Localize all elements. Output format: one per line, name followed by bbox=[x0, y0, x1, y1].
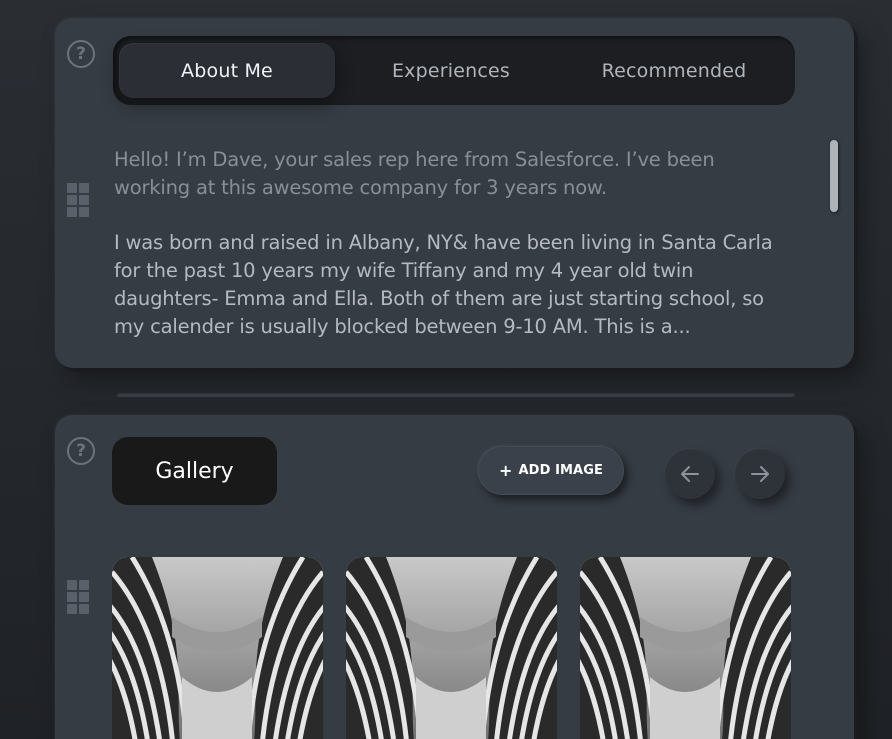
tab-recommended[interactable]: Recommended bbox=[567, 43, 781, 98]
drag-handle-icon[interactable] bbox=[67, 580, 91, 614]
drag-handle-icon[interactable] bbox=[67, 183, 91, 217]
gallery-title: Gallery bbox=[112, 437, 277, 505]
next-button[interactable] bbox=[735, 449, 785, 499]
tab-about-me[interactable]: About Me bbox=[119, 43, 335, 98]
gallery-image[interactable] bbox=[112, 557, 323, 739]
profile-page: ? About Me Experiences Recommended Hello… bbox=[0, 0, 892, 739]
tab-experiences[interactable]: Experiences bbox=[335, 43, 567, 98]
abstract-architecture-image bbox=[346, 557, 557, 739]
gallery-image[interactable] bbox=[580, 557, 791, 739]
arrow-left-icon bbox=[681, 466, 699, 482]
gallery-card: ? Gallery + ADD IMAGE bbox=[55, 415, 854, 739]
previous-button[interactable] bbox=[665, 449, 715, 499]
about-paragraph-bio: I was born and raised in Albany, NY& hav… bbox=[114, 231, 773, 338]
abstract-architecture-image bbox=[112, 557, 323, 739]
arrow-right-icon bbox=[751, 466, 769, 482]
about-paragraph-intro: Hello! I’m Dave, your sales rep here fro… bbox=[114, 148, 715, 199]
plus-icon: + bbox=[499, 461, 513, 480]
scrollbar-thumb[interactable] bbox=[830, 140, 838, 212]
gallery-image[interactable] bbox=[346, 557, 557, 739]
abstract-architecture-image bbox=[580, 557, 791, 739]
about-card: ? About Me Experiences Recommended Hello… bbox=[55, 18, 854, 368]
add-image-label: ADD IMAGE bbox=[518, 463, 603, 478]
tab-bar: About Me Experiences Recommended bbox=[113, 36, 795, 105]
help-icon[interactable]: ? bbox=[67, 437, 95, 465]
help-icon[interactable]: ? bbox=[67, 40, 95, 68]
about-text: Hello! I’m Dave, your sales rep here fro… bbox=[114, 146, 794, 341]
add-image-button[interactable]: + ADD IMAGE bbox=[478, 446, 624, 495]
section-divider bbox=[115, 392, 795, 397]
